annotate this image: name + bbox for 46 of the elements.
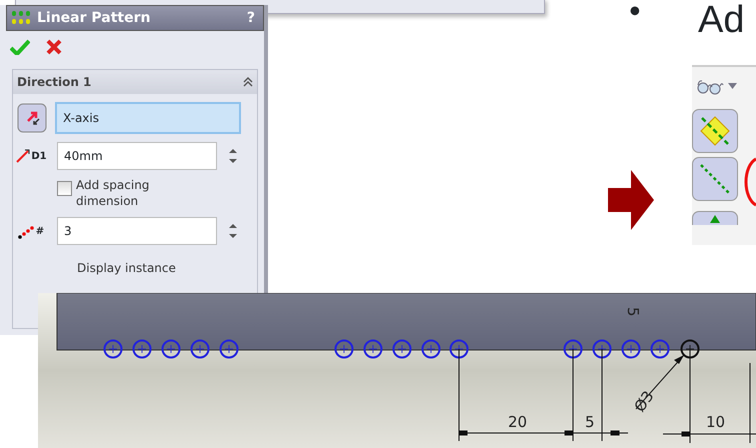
hole	[622, 340, 640, 358]
checkbox-label: Display instance	[77, 261, 177, 277]
section-title: Direction 1	[17, 74, 92, 91]
axis-tool-button[interactable]	[692, 157, 738, 201]
hole	[104, 340, 122, 358]
dimension-text: 20	[508, 413, 528, 431]
triangle-icon	[710, 214, 720, 222]
hole	[190, 340, 210, 358]
ok-icon[interactable]	[10, 39, 30, 55]
checkbox[interactable]	[57, 181, 72, 196]
instances-field[interactable]: 3	[57, 217, 217, 246]
direction-button[interactable]	[17, 103, 47, 133]
hole	[680, 340, 700, 358]
cancel-icon[interactable]	[46, 39, 62, 55]
hole	[132, 340, 152, 358]
hole	[364, 340, 382, 358]
hole	[450, 340, 468, 358]
arrow-icon	[608, 170, 654, 230]
bullet-text: •	[626, 0, 644, 28]
slide-heading: Ad	[698, 0, 744, 42]
dimension-text: 5	[624, 307, 642, 317]
checkbox-label: Add spacing dimension	[76, 178, 150, 210]
hole	[422, 340, 440, 358]
dimension-text: 5	[585, 413, 595, 431]
hole	[334, 340, 354, 358]
instances-label: #	[36, 224, 44, 239]
hole	[564, 340, 582, 358]
pattern-icon	[11, 10, 33, 26]
hole	[592, 340, 612, 358]
spacing-icon	[15, 148, 32, 164]
caret-icon[interactable]	[728, 83, 737, 89]
hole	[392, 340, 412, 358]
hole	[650, 340, 670, 358]
tool-button[interactable]	[692, 211, 738, 225]
spacing-label: D1	[31, 150, 47, 164]
spacing-field[interactable]: 40mm	[57, 142, 217, 170]
plane-tool-button[interactable]	[692, 109, 738, 153]
direction-field[interactable]: X-axis	[55, 102, 241, 134]
collapse-icon[interactable]	[243, 77, 253, 87]
hole	[162, 340, 180, 358]
hole	[220, 340, 238, 358]
panel-title: Linear Pattern	[37, 8, 152, 28]
section-header[interactable]: Direction 1	[13, 70, 257, 94]
dimension-text: Ø3	[630, 387, 658, 416]
instances-icon	[18, 224, 36, 239]
dimension-text: 10	[706, 413, 726, 431]
